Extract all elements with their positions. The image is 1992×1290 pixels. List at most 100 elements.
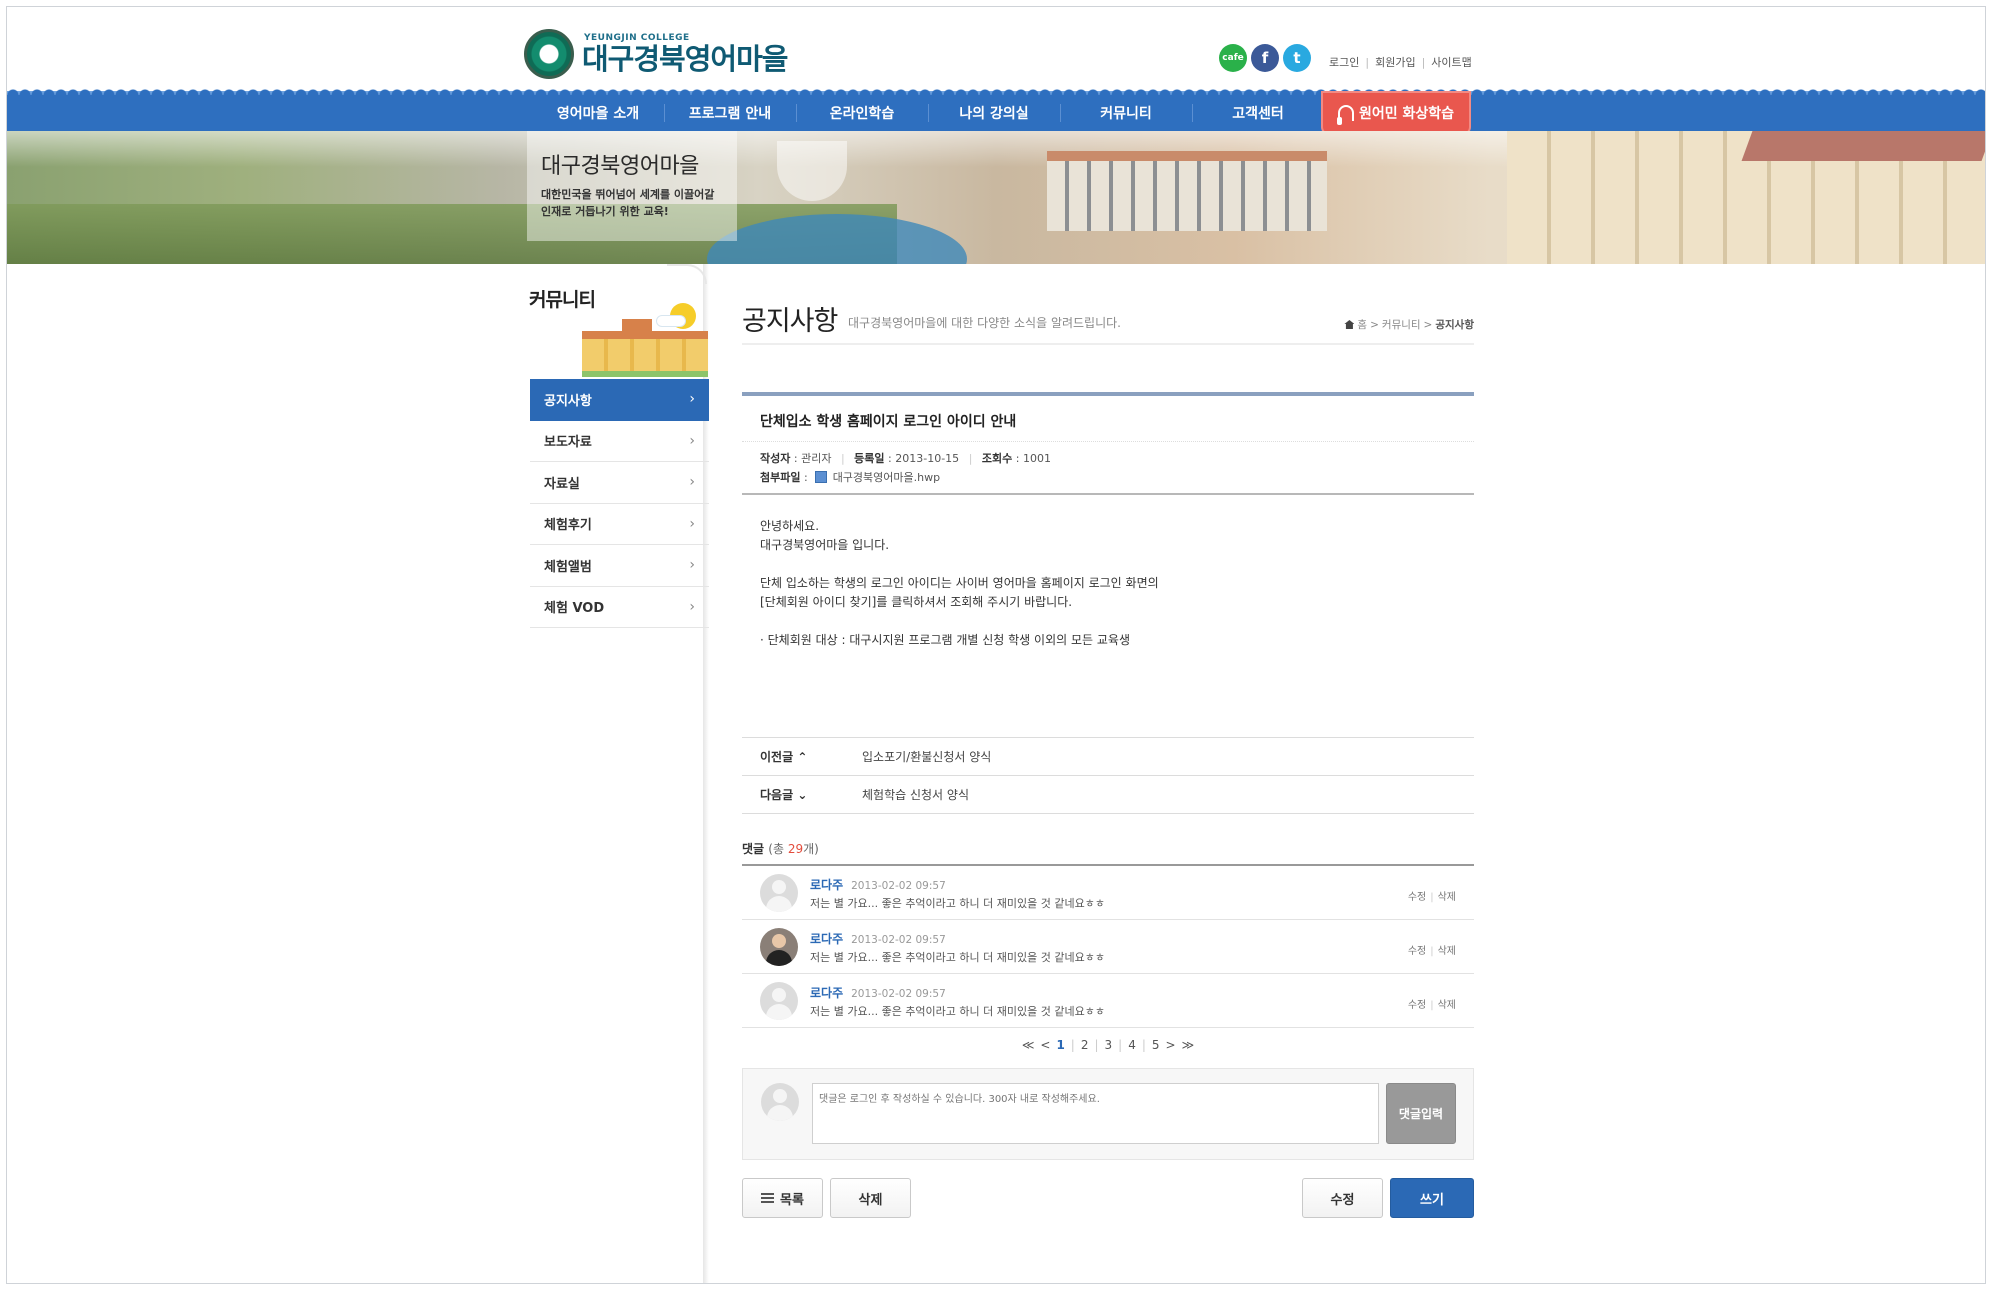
live-lesson-button[interactable]: 원어민 화상학습 [1321,91,1471,135]
date-label: 등록일 [854,452,885,465]
banner-title: 대구경북영어마을 [541,154,699,179]
page-link[interactable]: 1 [1056,1038,1064,1052]
comment-date: 2013-02-02 09:57 [851,988,946,1000]
village-illustration [572,303,708,377]
comment-input[interactable] [812,1083,1379,1144]
first-page-icon[interactable]: ≪ [1022,1038,1035,1052]
sidebar-item-label: 보도자료 [544,435,592,451]
login-link[interactable]: 로그인 [1329,54,1359,70]
comments-total-suffix: 개) [803,842,819,856]
sidebar-item-label: 공지사항 [544,393,592,409]
next-page-icon[interactable]: > [1166,1038,1176,1052]
next-post-row[interactable]: 다음글 ⌄ 체험학습 신청서 양식 [742,776,1474,814]
comment-edit-link[interactable]: 수정 [1408,1000,1426,1011]
sidebar-item-album[interactable]: 체험앨범 › [530,545,709,587]
list-button[interactable]: 목록 [742,1178,823,1218]
facebook-icon[interactable]: f [1251,44,1279,72]
comment-delete-link[interactable]: 삭제 [1438,892,1456,903]
home-icon[interactable] [1344,320,1355,329]
breadcrumb: 홈 > 커뮤니티 > 공지사항 [1344,317,1474,332]
comment-date: 2013-02-02 09:57 [851,934,946,946]
page-link[interactable]: 4 [1128,1038,1136,1052]
prev-post-link[interactable]: 입소포기/환불신청서 양식 [862,748,991,765]
twitter-icon[interactable]: t [1283,44,1311,72]
comment-edit-link[interactable]: 수정 [1408,946,1426,957]
avatar [760,981,798,1020]
sidebar-item-reviews[interactable]: 체험후기 › [530,504,709,545]
town-icon [582,319,708,377]
nav-item-online[interactable]: 온라인학습 [796,95,928,131]
site-logo[interactable]: YEUNGJIN COLLEGE 대구경북영어마을 [524,26,788,82]
comment-text: 저는 별 가요... 좋은 추억이라고 하니 더 재미있을 것 같네요ㅎㅎ [810,897,1105,910]
nav-item-support[interactable]: 고객센터 [1192,95,1324,131]
next-post-link[interactable]: 체험학습 신청서 양식 [862,786,969,803]
social-links: cafe f t [1219,44,1311,72]
delete-button[interactable]: 삭제 [830,1178,911,1218]
page-link[interactable]: 2 [1081,1038,1089,1052]
sidebar-item-notice[interactable]: 공지사항 › [530,379,709,421]
comment-author[interactable]: 로다주 [810,878,843,892]
prev-label: 이전글 [760,750,794,764]
divider: | [1421,55,1426,69]
comment-edit-link[interactable]: 수정 [1408,892,1426,903]
avatar [760,927,798,966]
avatar [761,1083,799,1121]
utility-links: 로그인 | 회원가입 | 사이트맵 [1329,54,1472,70]
last-page-icon[interactable]: ≫ [1182,1038,1195,1052]
sitemap-link[interactable]: 사이트맵 [1431,54,1471,70]
chevron-up-icon: ⌃ [797,750,808,764]
article-title: 단체입소 학생 홈페이지 로그인 아이디 안내 [742,396,1474,442]
body-line: 대구경북영어마을 입니다. [760,538,890,552]
comment-submit-button[interactable]: 댓글입력 [1386,1083,1456,1144]
page-link[interactable]: 5 [1152,1038,1160,1052]
breadcrumb-separator: > [1423,318,1433,331]
page-description: 대구경북영어마을에 대한 다양한 소식을 알려드립니다. [848,316,1121,330]
write-button[interactable]: 쓰기 [1390,1178,1474,1218]
sidebar-item-label: 자료실 [544,476,580,492]
nav-item-community[interactable]: 커뮤니티 [1060,95,1192,131]
page-frame: YEUNGJIN COLLEGE 대구경북영어마을 cafe f t 로그인 |… [6,6,1986,1284]
cafe-icon[interactable]: cafe [1219,44,1247,72]
nav-item-intro[interactable]: 영어마을 소개 [532,95,664,131]
chevron-down-icon: ⌄ [797,788,808,802]
sidebar-item-archive[interactable]: 자료실 › [530,462,709,504]
sidebar-item-label: 체험앨범 [544,559,592,575]
author-label: 작성자 [760,452,791,465]
comment-author[interactable]: 로다주 [810,986,843,1000]
prev-post-row[interactable]: 이전글 ⌃ 입소포기/환불신청서 양식 [742,738,1474,776]
author-value: 관리자 [801,452,832,465]
avatar [760,873,798,912]
article: 단체입소 학생 홈페이지 로그인 아이디 안내 작성자 : 관리자 | 등록일 … [742,392,1474,814]
sidebar-item-vod[interactable]: 체험 VOD › [530,587,709,628]
nav-item-classroom[interactable]: 나의 강의실 [928,95,1060,131]
article-meta: 작성자 : 관리자 | 등록일 : 2013-10-15 | 조회수 : 100… [742,442,1474,495]
cloud-icon [656,315,686,327]
next-label: 다음글 [760,788,794,802]
edit-button[interactable]: 수정 [1302,1178,1383,1218]
attachment-link[interactable]: 대구경북영어마을.hwp [833,471,940,484]
nav-item-program[interactable]: 프로그램 안내 [664,95,796,131]
join-link[interactable]: 회원가입 [1375,54,1415,70]
comment-item: 로다주 2013-02-02 09:57 저는 별 가요... 좋은 추억이라고 … [742,866,1474,920]
sidebar-curve [667,264,707,284]
main-content: 공지사항 대구경북영어마을에 대한 다양한 소식을 알려드립니다. 홈 > 커뮤… [742,297,1474,1218]
sidebar-item-label: 체험 VOD [544,601,605,617]
chevron-right-icon: › [689,432,695,449]
pagination: ≪ < 1 | 2 | 3 | 4 | 5 > ≫ [1021,1038,1195,1052]
body-line [760,612,1456,631]
prev-page-icon[interactable]: < [1040,1038,1050,1052]
breadcrumb-home[interactable]: 홈 [1357,317,1367,332]
article-body: 안녕하세요. 대구경북영어마을 입니다. 단체 입소하는 학생의 로그인 아이디… [742,495,1474,738]
banner-subtitle-line1: 대한민국을 뛰어넘어 세계를 이끌어갈 [541,188,715,201]
chevron-right-icon: › [689,557,695,574]
page-link[interactable]: 3 [1105,1038,1113,1052]
sidebar-item-press[interactable]: 보도자료 › [530,421,709,462]
comment-delete-link[interactable]: 삭제 [1438,946,1456,957]
date-value: 2013-10-15 [895,452,960,465]
comment-author[interactable]: 로다주 [810,932,843,946]
hero-banner: 대구경북영어마을 대한민국을 뛰어넘어 세계를 이끌어갈 인재로 거듭나기 위한… [7,131,1985,264]
breadcrumb-community[interactable]: 커뮤니티 [1382,317,1421,332]
chevron-right-icon: › [689,474,695,491]
comment-form: 댓글입력 [742,1068,1474,1160]
comment-delete-link[interactable]: 삭제 [1438,1000,1456,1011]
